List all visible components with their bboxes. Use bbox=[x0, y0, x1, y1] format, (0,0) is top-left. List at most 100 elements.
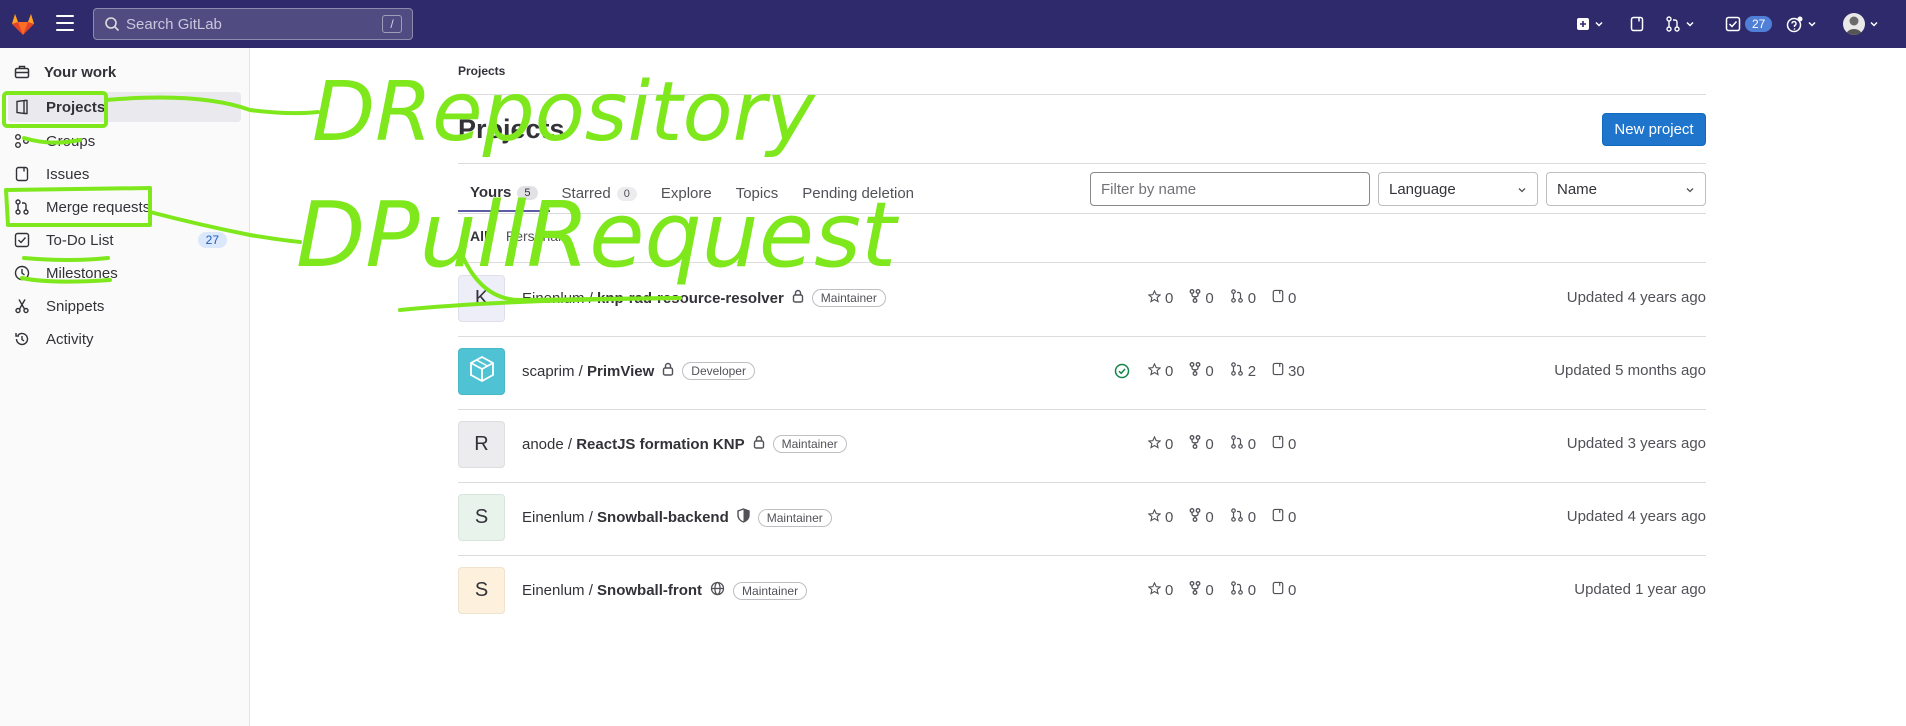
lock-icon bbox=[792, 289, 804, 307]
todo-icon bbox=[14, 232, 30, 248]
fork-icon bbox=[1189, 289, 1201, 307]
merge-requests-top-button[interactable] bbox=[1665, 14, 1695, 34]
sidebar-item-todo-list[interactable]: To-Do List 27 bbox=[8, 225, 241, 255]
tab-label: Pending deletion bbox=[802, 185, 915, 202]
sidebar-item-issues[interactable]: Issues bbox=[8, 159, 241, 189]
chevron-down-icon bbox=[1686, 21, 1694, 27]
forks-stat[interactable]: 0 bbox=[1189, 581, 1214, 599]
project-avatar-letter: K bbox=[474, 287, 489, 309]
todo-top-button[interactable]: 27 bbox=[1725, 14, 1773, 34]
chevron-down-icon bbox=[1870, 21, 1878, 27]
project-row[interactable]: S Einenlum / Snowball-backend Maintainer… bbox=[458, 482, 1706, 555]
forks-stat[interactable]: 0 bbox=[1189, 362, 1214, 380]
tab-yours[interactable]: Yours 5 bbox=[458, 175, 550, 212]
project-title: Einenlum / Snowball-backend Maintainer bbox=[522, 508, 832, 527]
menu-icon[interactable] bbox=[56, 15, 74, 31]
project-full-name-link[interactable]: Einenlum / Snowball-front bbox=[522, 582, 702, 599]
merge-requests-stat[interactable]: 0 bbox=[1230, 435, 1256, 453]
subtab-all[interactable]: All bbox=[470, 228, 488, 244]
project-avatar[interactable]: S bbox=[458, 494, 505, 541]
issues-stat[interactable]: 0 bbox=[1272, 508, 1296, 526]
merge-requests-count: 0 bbox=[1247, 581, 1257, 599]
sidebar-item-snippets[interactable]: Snippets bbox=[8, 291, 241, 321]
project-title: scaprim / PrimView Developer bbox=[522, 362, 755, 380]
project-row[interactable]: K Einenlum / knp-rad-resource-resolver M… bbox=[458, 263, 1706, 336]
merge-requests-stat[interactable]: 0 bbox=[1230, 581, 1256, 599]
user-menu-button[interactable] bbox=[1843, 13, 1879, 35]
issues-stat[interactable]: 0 bbox=[1272, 435, 1296, 453]
create-new-button[interactable] bbox=[1576, 14, 1604, 34]
top-bar: Search GitLab / 27 bbox=[0, 0, 1906, 48]
forks-stat[interactable]: 0 bbox=[1189, 508, 1214, 526]
sidebar-item-projects[interactable]: Projects bbox=[8, 92, 241, 122]
issues-top-button[interactable] bbox=[1630, 14, 1644, 34]
issues-icon bbox=[1272, 435, 1284, 453]
project-namespace: Einenlum / bbox=[522, 509, 598, 526]
project-avatar[interactable]: R bbox=[458, 421, 505, 468]
stars-stat[interactable]: 0 bbox=[1147, 435, 1173, 453]
merge-requests-stat[interactable]: 0 bbox=[1230, 289, 1256, 307]
stars-stat[interactable]: 0 bbox=[1147, 508, 1174, 526]
project-title: Einenlum / Snowball-front Maintainer bbox=[522, 581, 808, 600]
tab-pending-deletion[interactable]: Pending deletion bbox=[790, 175, 926, 212]
forks-stat[interactable]: 0 bbox=[1189, 435, 1214, 453]
filter-by-name-input[interactable]: Filter by name bbox=[1090, 172, 1370, 206]
stars-stat[interactable]: 0 bbox=[1147, 362, 1173, 380]
project-full-name-link[interactable]: Einenlum / knp-rad-resource-resolver bbox=[522, 290, 784, 307]
project-icon bbox=[14, 99, 30, 115]
fork-icon bbox=[1189, 508, 1201, 526]
merge-requests-count: 0 bbox=[1247, 435, 1257, 453]
tab-topics[interactable]: Topics bbox=[724, 175, 791, 212]
forks-count: 0 bbox=[1205, 289, 1214, 307]
project-name: knp-rad-resource-resolver bbox=[597, 289, 784, 307]
project-name: Snowball-backend bbox=[597, 509, 729, 526]
project-row[interactable]: R anode / ReactJS formation KNP Maintain… bbox=[458, 409, 1706, 482]
project-title: anode / ReactJS formation KNP Maintainer bbox=[522, 435, 847, 453]
issues-icon bbox=[1272, 362, 1284, 380]
issues-icon bbox=[1630, 16, 1644, 32]
sidebar-header: Your work bbox=[14, 60, 116, 84]
merge-requests-stat[interactable]: 0 bbox=[1230, 508, 1256, 526]
project-avatar[interactable]: K bbox=[458, 275, 505, 322]
language-dropdown[interactable]: Language bbox=[1378, 172, 1538, 206]
project-tabs: Yours 5 Starred 0 Explore Topics Pending… bbox=[458, 175, 926, 212]
fork-icon bbox=[1189, 362, 1201, 380]
gitlab-logo-icon[interactable] bbox=[10, 11, 36, 37]
project-row[interactable]: S Einenlum / Snowball-front Maintainer 0… bbox=[458, 555, 1706, 628]
sidebar-item-activity[interactable]: Activity bbox=[8, 324, 241, 354]
search-input[interactable]: Search GitLab / bbox=[93, 8, 413, 40]
project-full-name-link[interactable]: anode / ReactJS formation KNP bbox=[522, 436, 745, 453]
forks-stat[interactable]: 0 bbox=[1189, 289, 1214, 307]
merge-request-icon bbox=[1230, 508, 1244, 526]
help-button[interactable] bbox=[1786, 14, 1817, 34]
issues-stat[interactable]: 30 bbox=[1272, 362, 1305, 380]
issues-stat[interactable]: 0 bbox=[1272, 581, 1296, 599]
stars-stat[interactable]: 0 bbox=[1147, 581, 1173, 599]
pipeline-passed-icon[interactable] bbox=[1114, 363, 1130, 383]
merge-request-icon bbox=[1230, 289, 1244, 307]
breadcrumb[interactable]: Projects bbox=[458, 64, 505, 78]
merge-requests-stat[interactable]: 2 bbox=[1230, 362, 1256, 380]
project-avatar[interactable]: S bbox=[458, 567, 505, 614]
project-avatar[interactable] bbox=[458, 348, 505, 395]
tab-explore[interactable]: Explore bbox=[649, 175, 724, 212]
issues-stat[interactable]: 0 bbox=[1272, 289, 1296, 307]
briefcase-icon bbox=[14, 65, 30, 79]
tab-starred[interactable]: Starred 0 bbox=[550, 175, 649, 212]
stars-count: 0 bbox=[1165, 508, 1174, 526]
subtab-personal[interactable]: Personal bbox=[506, 228, 561, 244]
project-namespace: anode / bbox=[522, 435, 577, 453]
project-row[interactable]: scaprim / PrimView Developer 0 0 2 30 Up… bbox=[458, 336, 1706, 409]
sidebar-item-groups[interactable]: Groups bbox=[8, 126, 241, 156]
sidebar-item-merge-requests[interactable]: Merge requests bbox=[8, 192, 241, 222]
new-project-button[interactable]: New project bbox=[1602, 113, 1706, 146]
stars-stat[interactable]: 0 bbox=[1147, 289, 1173, 307]
sidebar-item-milestones[interactable]: Milestones bbox=[8, 258, 241, 288]
fork-icon bbox=[1189, 581, 1201, 599]
sort-dropdown[interactable]: Name bbox=[1546, 172, 1706, 206]
snippet-icon bbox=[14, 298, 30, 314]
project-full-name-link[interactable]: scaprim / PrimView bbox=[522, 363, 654, 380]
sidebar-item-label: To-Do List bbox=[46, 231, 114, 249]
project-full-name-link[interactable]: Einenlum / Snowball-backend bbox=[522, 509, 729, 526]
sort-label: Name bbox=[1557, 180, 1598, 198]
